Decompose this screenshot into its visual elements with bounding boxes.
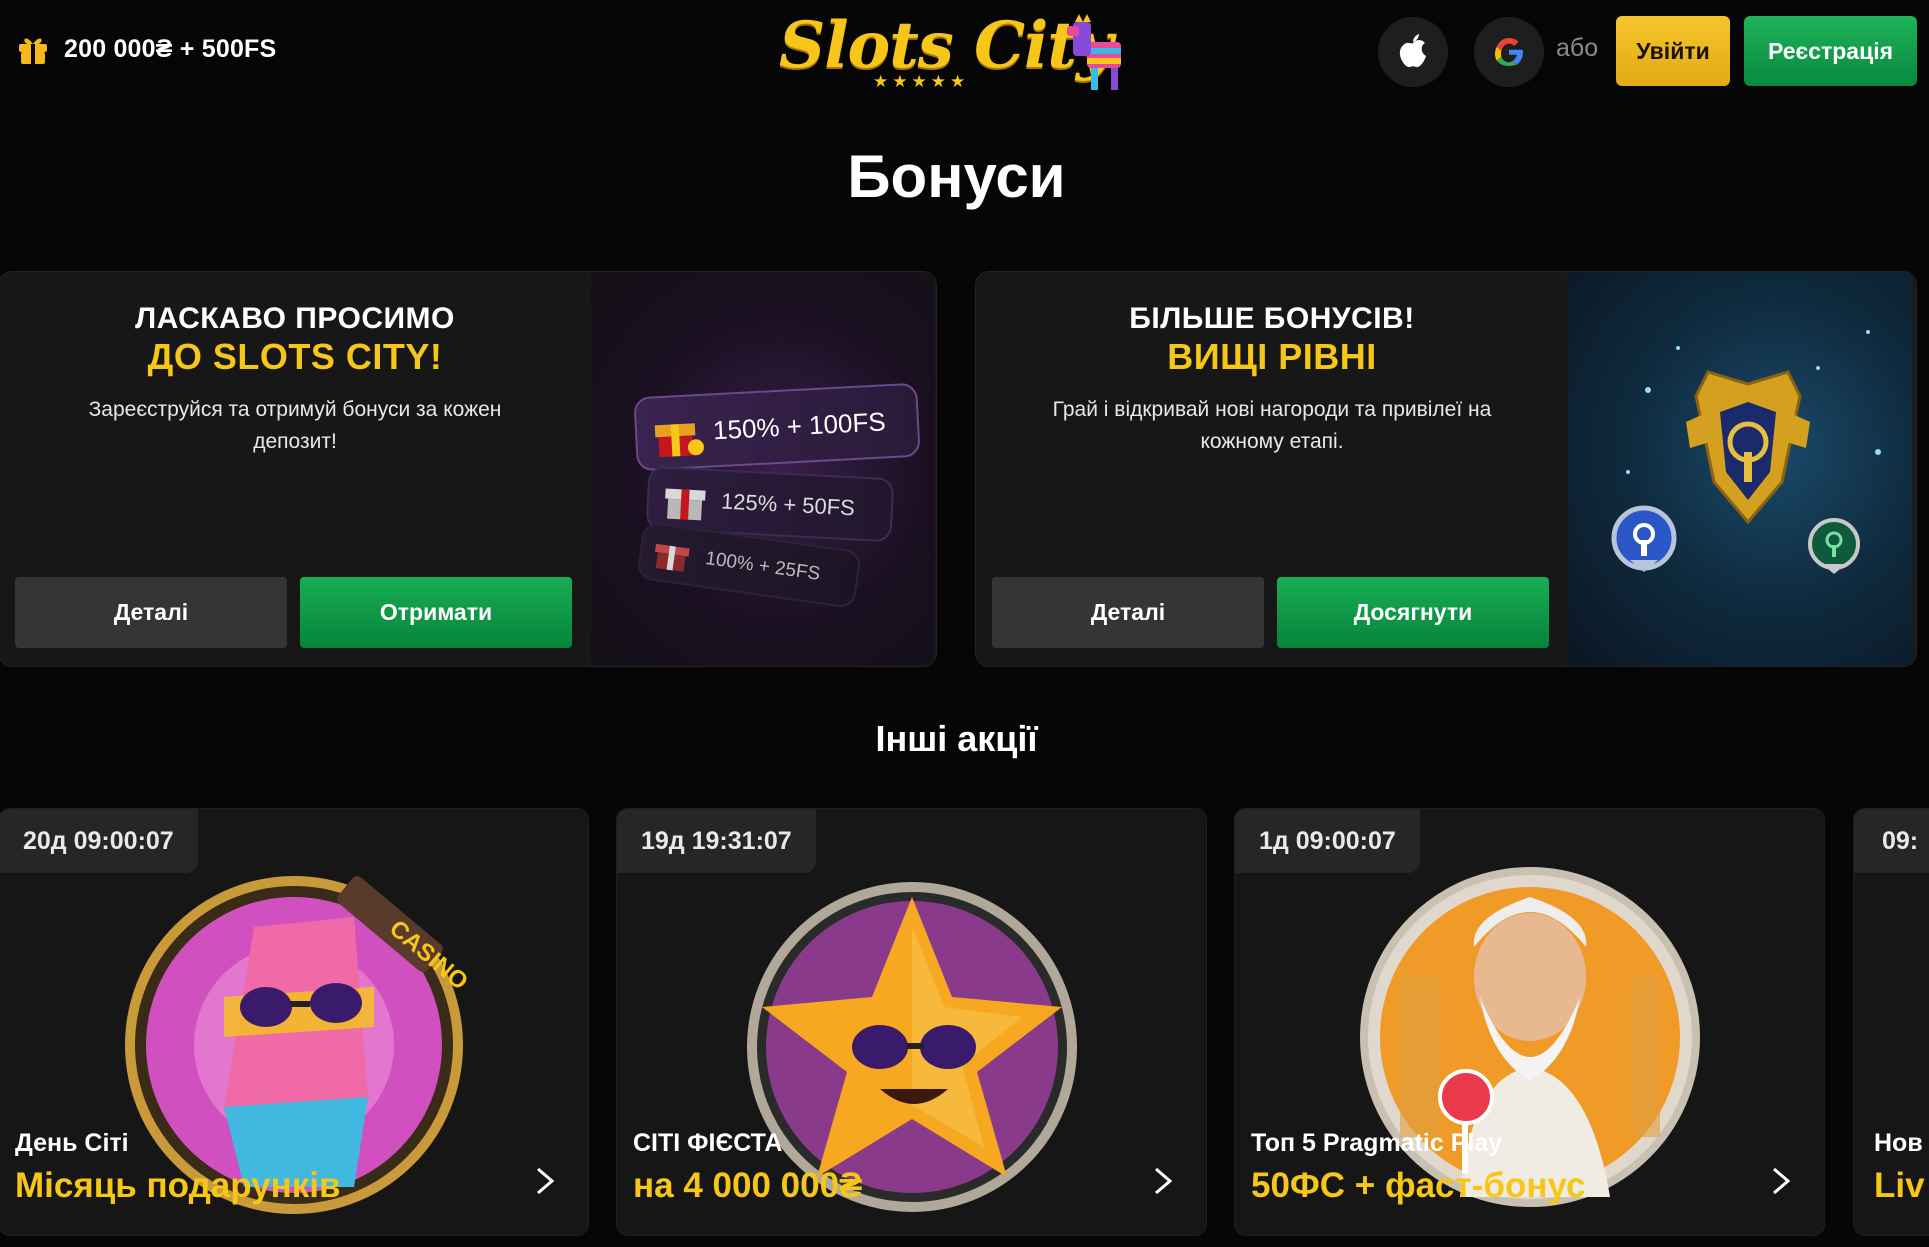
gift-box-icon [654, 423, 704, 458]
bonus-title-line1: БІЛЬШЕ БОНУСІВ! [1129, 302, 1415, 335]
details-button[interactable]: Деталі [992, 577, 1264, 648]
promo-timer: 09: [1854, 809, 1929, 873]
welcome-bonus-card: ЛАСКАВО ПРОСИМО ДО SLOTS CITY! Зареєстру… [0, 271, 937, 667]
promo-title: Liv [1874, 1166, 1925, 1205]
promo-subtitle: День Сіті [15, 1129, 129, 1157]
login-button[interactable]: Увійти [1616, 16, 1730, 86]
google-login-button[interactable] [1474, 17, 1544, 87]
vip-levels-card: БІЛЬШЕ БОНУСІВ! ВИЩІ РІВНІ Грай і відкри… [975, 271, 1917, 667]
gift-box-icon [665, 488, 706, 521]
gift-icon [19, 38, 47, 64]
promo-title: Місяць подарунків [15, 1166, 341, 1205]
promo-timer: 1д 09:00:07 [1235, 809, 1420, 873]
bonus-tier-3-text: 100% + 25FS [704, 547, 822, 585]
achieve-button[interactable]: Досягнути [1277, 577, 1549, 648]
chevron-right-icon[interactable] [1766, 1161, 1796, 1201]
promo-card[interactable]: 1д 09:00:07 Топ 5 Pragmatic Play 50ФС + … [1234, 808, 1825, 1236]
promo-timer: 20д 09:00:07 [0, 809, 198, 873]
promo-subtitle: Нов [1874, 1129, 1923, 1157]
pinata-logo-icon [1067, 14, 1121, 90]
gold-key-badge-icon [1686, 370, 1810, 525]
promo-card[interactable]: CASINO 20д 09:00:07 День Сіті Місяць под… [0, 808, 589, 1236]
page-title: Бонуси [847, 143, 1066, 210]
promo-timer: 19д 19:31:07 [617, 809, 816, 873]
google-icon [1495, 38, 1523, 66]
promo-card-partial[interactable]: 09: Нов Liv [1853, 808, 1929, 1236]
bonus-title-line1: ЛАСКАВО ПРОСИМО [135, 302, 455, 335]
star-pinata-art [746, 882, 1077, 1212]
promo-text: 200 000₴ + 500FS [64, 34, 277, 63]
bonus-title-line2: ДО SLOTS CITY! [147, 336, 443, 377]
header: 200 000₴ + 500FS Slots City ★★★★★ або Ув… [0, 0, 1929, 100]
promo-subtitle: Топ 5 Pragmatic Play [1251, 1129, 1503, 1157]
pinata-casino-art: CASINO [124, 876, 473, 1214]
bonus-tier-1-text: 150% + 100FS [712, 405, 887, 445]
vip-levels-content: БІЛЬШЕ БОНУСІВ! ВИЩІ РІВНІ Грай і відкри… [976, 272, 1568, 666]
bonus-tier-1: 150% + 100FS [633, 382, 921, 472]
promo-title: на 4 000 000₴ [633, 1166, 863, 1205]
green-key-badge-icon [1808, 518, 1860, 574]
logo-stars: ★★★★★ [873, 72, 970, 91]
bonus-title-line2: ВИЩІ РІВНІ [1167, 336, 1377, 377]
welcome-bonus-illustration: 150% + 100FS 125% + 50FS 100% + 25FS [591, 272, 935, 666]
chevron-right-icon[interactable] [530, 1161, 560, 1201]
promo-title: 50ФС + фаст-бонус [1251, 1166, 1586, 1205]
zeus-art [1359, 867, 1700, 1207]
register-button[interactable]: Реєстрація [1744, 16, 1917, 86]
details-button[interactable]: Деталі [15, 577, 287, 648]
promo-card[interactable]: 19д 19:31:07 СІТІ ФІЄСТА на 4 000 000₴ [616, 808, 1207, 1236]
welcome-bonus-content: ЛАСКАВО ПРОСИМО ДО SLOTS CITY! Зареєстру… [0, 272, 591, 666]
bonus-description: Зареєструйся та отримуй бонуси за кожен … [88, 398, 502, 453]
gift-box-icon [654, 543, 690, 572]
welcome-promo[interactable]: 200 000₴ + 500FS [16, 32, 276, 66]
vip-badge-icons [1611, 330, 1881, 574]
vip-badges-illustration [1568, 272, 1912, 666]
chevron-right-icon[interactable] [1148, 1161, 1178, 1201]
section-title-other-promos: Інші акції [875, 718, 1038, 759]
promo-subtitle: СІТІ ФІЄСТА [633, 1129, 783, 1157]
get-bonus-button[interactable]: Отримати [300, 577, 572, 648]
bonus-tier-2-text: 125% + 50FS [720, 488, 856, 521]
apple-icon [1399, 34, 1426, 68]
or-text: або [1556, 34, 1599, 62]
apple-login-button[interactable] [1378, 17, 1448, 87]
blue-key-badge-icon [1611, 505, 1677, 572]
bonus-description: Грай і відкривай нові нагороди та привіл… [1052, 398, 1492, 453]
slots-city-logo[interactable]: Slots City ★★★★★ [775, 8, 1130, 94]
